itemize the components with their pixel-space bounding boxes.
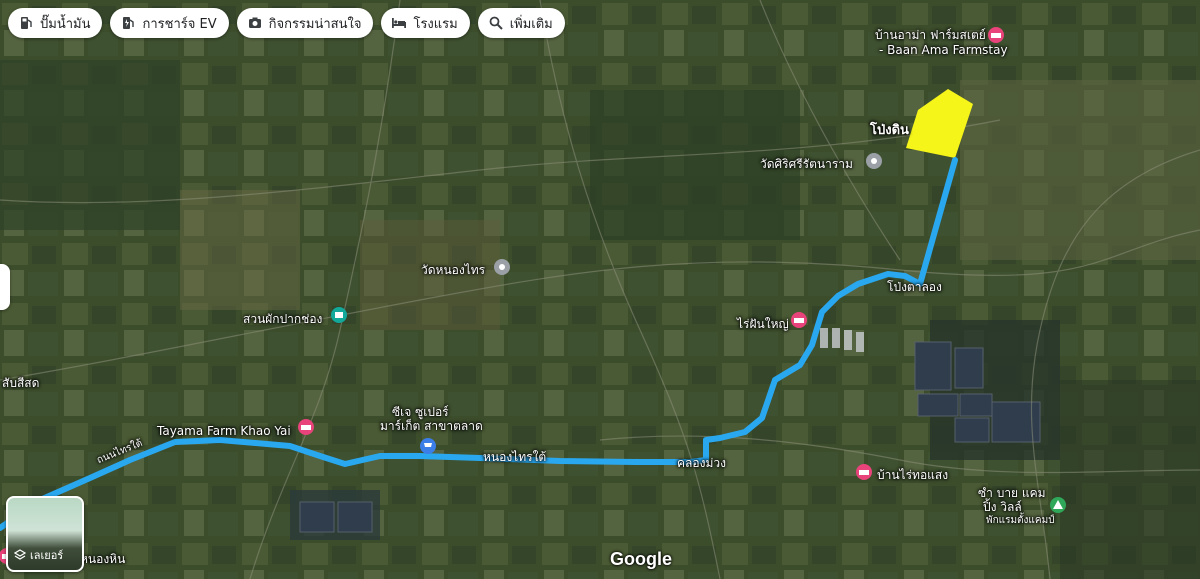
- place-label-wat-sri: วัดศิริศรีรัตนาราม: [760, 157, 853, 171]
- place-label-camping-2: ปิ้ง วิลล์: [983, 500, 1022, 514]
- hotel-pin-icon[interactable]: [790, 312, 808, 330]
- google-logo: Google: [610, 549, 672, 569]
- side-panel-toggle[interactable]: [0, 264, 10, 310]
- chip-things-to-do[interactable]: กิจกรรมน่าสนใจ: [236, 8, 374, 38]
- campground-pin-icon[interactable]: [1049, 496, 1067, 514]
- place-label-pong-ta-long: โป่งตาลอง: [887, 280, 942, 294]
- shopping-cart-pin-icon[interactable]: [419, 437, 437, 455]
- hotel-pin-icon[interactable]: [987, 27, 1005, 45]
- layers-button[interactable]: เลเยอร์: [6, 496, 84, 572]
- chip-label: เพิ่มเติม: [509, 16, 553, 32]
- place-label-camping-1: ซำ บาย แคม: [978, 486, 1046, 500]
- layers-label: เลเยอร์: [30, 549, 64, 562]
- temple-pin-icon[interactable]: [493, 258, 511, 276]
- hotel-pin-icon[interactable]: [855, 464, 873, 482]
- hotel-pin-icon[interactable]: [297, 419, 315, 437]
- category-chip-bar: ปั๊มน้ำมัน การชาร์จ EV กิจกรรมน่าสนใจ โร…: [8, 8, 565, 38]
- place-label-wat-nong-krai: วัดหนองไทร: [421, 263, 486, 277]
- place-label-baan-rai-kho-saeng: บ้านไร่ทอแสง: [877, 468, 949, 482]
- place-label-cj-super-2: มาร์เก็ต สาขาตลาด: [380, 419, 483, 433]
- place-label-nong-hin: หนองหิน: [80, 552, 126, 566]
- ev-charger-icon: [120, 15, 136, 31]
- place-label-suan-phak: สวนผักปากช่อง: [243, 312, 323, 326]
- place-label-pong-din: โป่งดิน: [870, 123, 909, 138]
- attraction-pin-icon[interactable]: [330, 306, 348, 324]
- place-label-baan-ama-th: บ้านอาม่า ฟาร์มสเตย์: [875, 28, 986, 42]
- chip-label: ปั๊มน้ำมัน: [40, 16, 91, 32]
- temple-pin-icon[interactable]: [865, 152, 883, 170]
- chip-label: การชาร์จ EV: [142, 16, 217, 32]
- satellite-map[interactable]: บ้านอาม่า ฟาร์มสเตย์ - Baan Ama Farmstay…: [0, 0, 1200, 579]
- place-label-baan-ama-en: - Baan Ama Farmstay: [879, 43, 1008, 57]
- chip-ev-charging[interactable]: การชาร์จ EV: [110, 8, 229, 38]
- camera-icon: [247, 15, 263, 31]
- chip-label: กิจกรรมน่าสนใจ: [268, 16, 362, 32]
- chip-label: โรงแรม: [413, 16, 458, 32]
- chip-more[interactable]: เพิ่มเติม: [477, 8, 565, 38]
- bed-icon: [391, 15, 407, 31]
- place-label-cj-super-1: ซีเจ ซูเปอร์: [392, 405, 449, 419]
- layers-button-content: เลเยอร์: [14, 546, 63, 564]
- place-label-nong-krai-tai: หนองไทรใต้: [483, 450, 547, 464]
- place-label-klong-muang: คลองม่วง: [677, 456, 726, 470]
- layers-icon: [14, 549, 26, 560]
- chip-hotels[interactable]: โรงแรม: [381, 8, 470, 38]
- search-icon: [488, 15, 504, 31]
- place-label-sub-sida: สับสีสด: [2, 376, 40, 390]
- place-label-tayama: Tayama Farm Khao Yai: [157, 424, 291, 438]
- chip-gas-stations[interactable]: ปั๊มน้ำมัน: [8, 8, 103, 38]
- place-label-camping-3: พักแรมตั้งแคมป์: [986, 515, 1055, 526]
- place-label-rai-fin-yai: ไร่ฝันใหญ่: [737, 317, 789, 331]
- gas-station-icon: [18, 15, 34, 31]
